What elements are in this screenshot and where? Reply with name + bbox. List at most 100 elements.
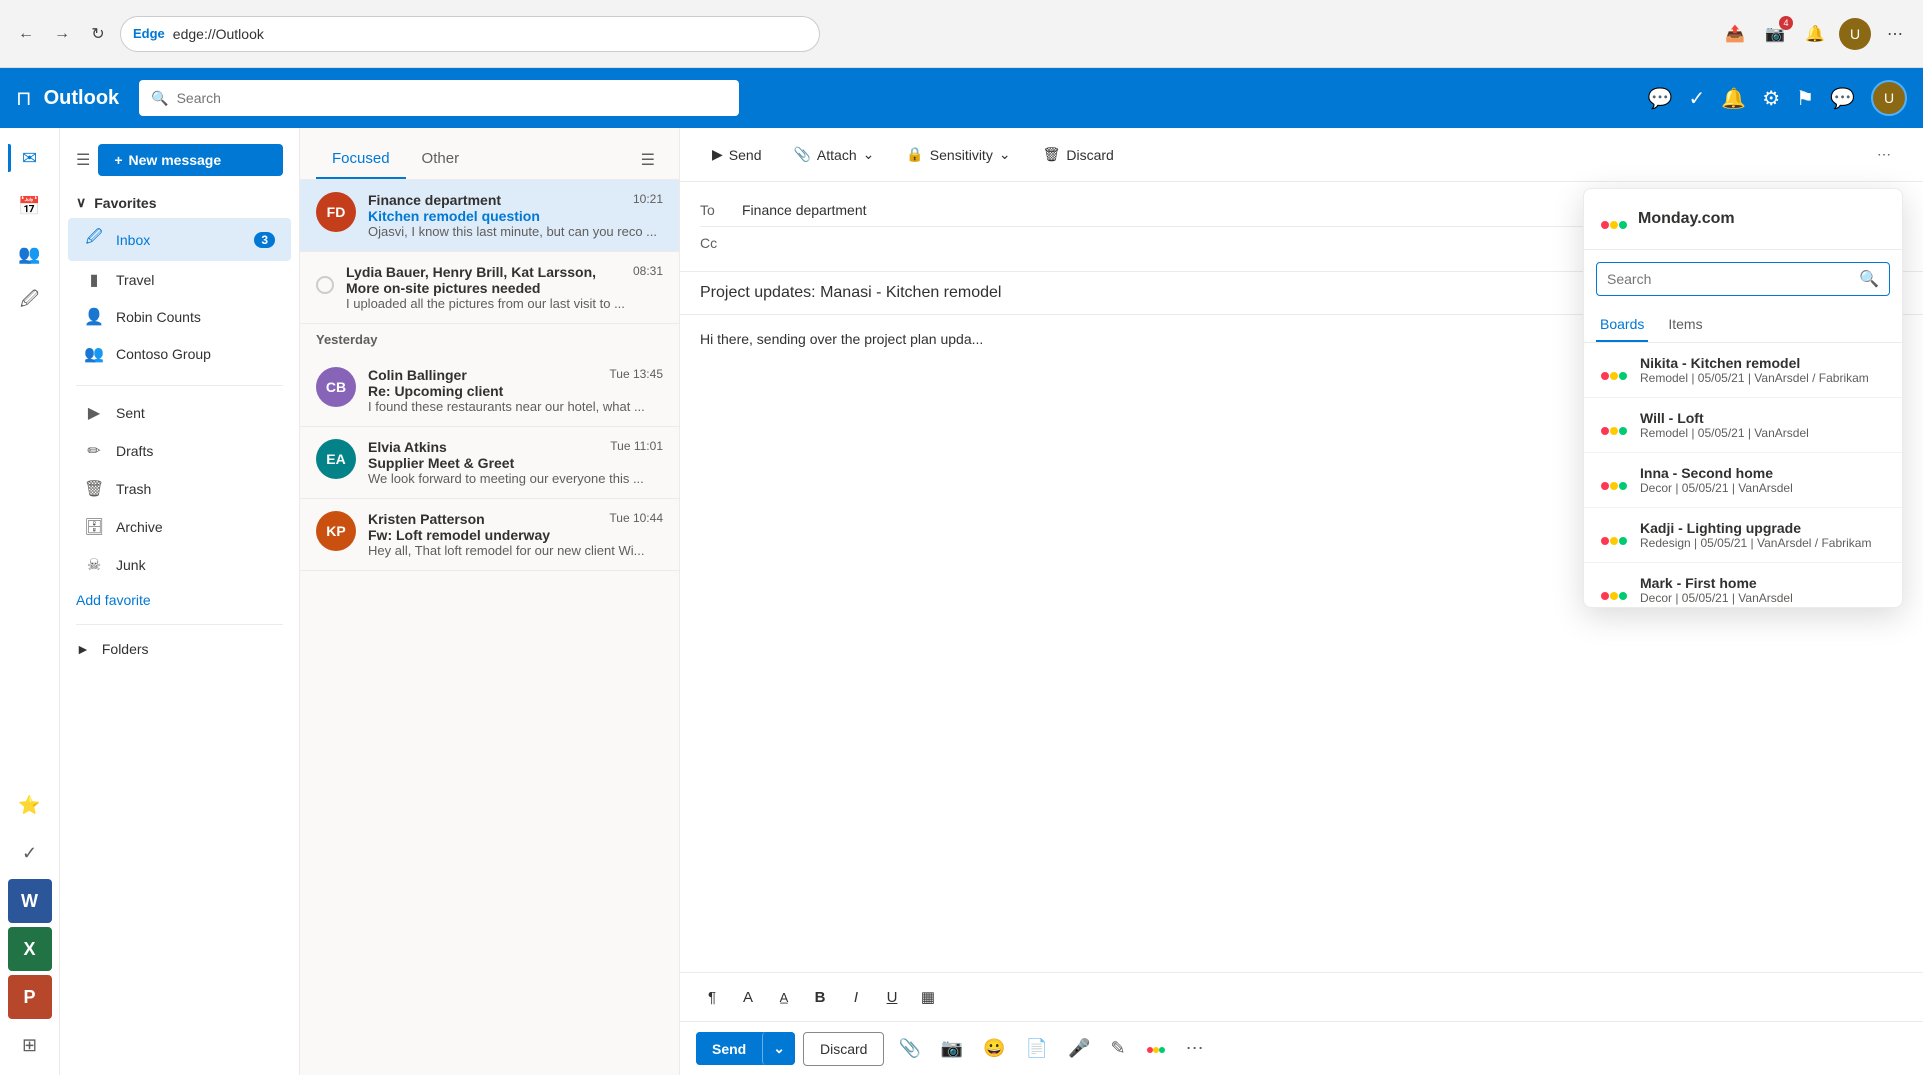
email-item-kristen[interactable]: KP Kristen Patterson Tue 10:44 Fw: Loft … bbox=[300, 499, 679, 571]
sidebar-item-excel[interactable]: X bbox=[8, 927, 52, 971]
favorites-header[interactable]: ∨ Favorites bbox=[60, 188, 299, 217]
emoji-icon-btn[interactable]: 😀 bbox=[977, 1032, 1011, 1065]
nav-item-archive[interactable]: 🗄 Archive bbox=[68, 509, 291, 545]
feedback-icon[interactable]: 💬 bbox=[1830, 86, 1855, 111]
sidebar-item-starred[interactable]: ⭐ bbox=[8, 783, 52, 827]
bell-icon[interactable]: 🔔 bbox=[1721, 86, 1746, 111]
address-bar[interactable]: Edge edge://Outlook bbox=[120, 16, 820, 52]
email-subject-lydia: More on-site pictures needed bbox=[346, 280, 663, 296]
monday-search-input[interactable] bbox=[1607, 271, 1851, 287]
inbox-icon: 🖉 bbox=[84, 226, 104, 253]
nav-item-folders[interactable]: ► Folders bbox=[60, 633, 299, 665]
nav-divider-2 bbox=[76, 624, 283, 625]
help-icon[interactable]: 💬 bbox=[1648, 86, 1673, 111]
paperclip-icon: 📎 bbox=[793, 146, 810, 163]
share-button[interactable]: 📤 bbox=[1719, 18, 1751, 50]
sidebar-item-apps[interactable]: ⊞ bbox=[8, 1023, 52, 1067]
send-toolbar-button[interactable]: ▶ Send bbox=[700, 140, 773, 169]
discard-button[interactable]: Discard bbox=[803, 1032, 884, 1066]
italic-btn[interactable]: I bbox=[840, 981, 872, 1013]
email-radio-lydia[interactable] bbox=[316, 276, 334, 294]
sidebar-item-powerpoint[interactable]: P bbox=[8, 975, 52, 1019]
loop-icon-btn[interactable]: 📄 bbox=[1020, 1032, 1054, 1065]
back-button[interactable]: ← bbox=[12, 20, 40, 48]
email-meta-colin: Colin Ballinger Tue 13:45 bbox=[368, 367, 663, 383]
paragraph-format-btn[interactable]: ¶ bbox=[696, 981, 728, 1013]
other-tab[interactable]: Other bbox=[406, 140, 476, 179]
flag-icon[interactable]: ⚑ bbox=[1796, 86, 1814, 111]
nav-item-robin[interactable]: 👤 Robin Counts bbox=[68, 299, 291, 335]
email-meta-finance: Finance department 10:21 bbox=[368, 192, 663, 208]
font-color-btn[interactable]: A̲ bbox=[768, 981, 800, 1013]
attachment-icon-btn[interactable]: 📎 bbox=[892, 1032, 926, 1065]
new-message-button[interactable]: + New message bbox=[98, 144, 283, 176]
monday-tab-items[interactable]: Items bbox=[1664, 308, 1706, 342]
email-preview-lydia: I uploaded all the pictures from our las… bbox=[346, 296, 663, 311]
email-item-colin[interactable]: CB Colin Ballinger Tue 13:45 Re: Upcomin… bbox=[300, 355, 679, 427]
sidebar-item-mail[interactable]: ✉ bbox=[8, 136, 52, 180]
sidebar-item-todo[interactable]: ✓ bbox=[8, 831, 52, 875]
add-favorite-button[interactable]: Add favorite bbox=[60, 584, 299, 616]
monday-item-4[interactable]: Mark - First home Decor | 05/05/21 | Van… bbox=[1584, 563, 1902, 607]
monday-item-subtitle-1: Remodel | 05/05/21 | VanArsdel bbox=[1640, 426, 1886, 440]
word-icon: W bbox=[21, 891, 38, 912]
monday-item-0[interactable]: Nikita - Kitchen remodel Remodel | 05/05… bbox=[1584, 343, 1902, 398]
nav-item-trash[interactable]: 🗑 Trash bbox=[68, 471, 291, 507]
search-input[interactable] bbox=[177, 90, 728, 106]
nav-item-contoso[interactable]: 👥 Contoso Group bbox=[68, 336, 291, 372]
sidebar-item-word[interactable]: W bbox=[8, 879, 52, 923]
monday-item-subtitle-0: Remodel | 05/05/21 | VanArsdel / Fabrika… bbox=[1640, 371, 1886, 385]
more-button[interactable]: ⋯ bbox=[1879, 18, 1911, 50]
search-icon: 🔍 bbox=[151, 90, 168, 107]
monday-item-title-3: Kadji - Lighting upgrade bbox=[1640, 520, 1886, 536]
monday-tab-boards[interactable]: Boards bbox=[1596, 308, 1648, 342]
nav-item-sent[interactable]: ▶ Sent bbox=[68, 395, 291, 431]
email-item-elvia[interactable]: EA Elvia Atkins Tue 11:01 Supplier Meet … bbox=[300, 427, 679, 499]
font-size-btn[interactable]: A bbox=[732, 981, 764, 1013]
forward-button[interactable]: → bbox=[48, 20, 76, 48]
send-dropdown-button[interactable]: ⌄ bbox=[762, 1032, 795, 1065]
nav-item-drafts[interactable]: ✏ Drafts bbox=[68, 433, 291, 469]
bold-btn[interactable]: B bbox=[804, 981, 836, 1013]
browser-profile-icon[interactable]: U bbox=[1839, 18, 1871, 50]
waffle-icon[interactable]: ⊓ bbox=[16, 86, 32, 111]
discard-toolbar-button[interactable]: 🗑 Discard bbox=[1031, 140, 1126, 169]
sidebar-item-calendar[interactable]: 📅 bbox=[8, 184, 52, 228]
nav-item-inbox[interactable]: 🖉 Inbox 3 bbox=[68, 218, 291, 261]
underline-btn[interactable]: U bbox=[876, 981, 908, 1013]
focused-tab[interactable]: Focused bbox=[316, 140, 406, 179]
monday-item-2[interactable]: Inna - Second home Decor | 05/05/21 | Va… bbox=[1584, 453, 1902, 508]
sidebar-item-people[interactable]: 👥 bbox=[8, 232, 52, 276]
nav-item-junk[interactable]: ☠ Junk bbox=[68, 547, 291, 583]
signature-icon-btn[interactable]: ✎ bbox=[1105, 1032, 1132, 1065]
profile-avatar[interactable]: U bbox=[1871, 80, 1907, 116]
mic-icon-btn[interactable]: 🎤 bbox=[1062, 1032, 1096, 1065]
monday-search-bar[interactable]: 🔍 bbox=[1596, 262, 1890, 296]
check-icon[interactable]: ✓ bbox=[1689, 86, 1706, 111]
image-icon-btn[interactable]: 📷 bbox=[935, 1032, 969, 1065]
refresh-button[interactable]: ↻ bbox=[84, 20, 112, 48]
monday-logo-svg bbox=[1600, 205, 1628, 233]
hamburger-button[interactable]: ☰ bbox=[76, 150, 90, 170]
chevron-down-icon: ∨ bbox=[76, 194, 86, 211]
search-bar[interactable]: 🔍 bbox=[139, 80, 739, 116]
email-item-finance[interactable]: FD Finance department 10:21 Kitchen remo… bbox=[300, 180, 679, 252]
monday-bottom-icon-btn[interactable] bbox=[1140, 1030, 1172, 1067]
nav-panel: ☰ + New message ∨ Favorites 🖉 Inbox 3 ▮ bbox=[60, 128, 300, 1075]
send-main-button[interactable]: Send bbox=[696, 1032, 762, 1065]
settings-icon[interactable]: ⚙ bbox=[1762, 86, 1780, 111]
filter-icon[interactable]: ☰ bbox=[633, 142, 663, 178]
sidebar-item-tasks[interactable]: 🖉 bbox=[8, 280, 52, 324]
email-item-lydia[interactable]: Lydia Bauer, Henry Brill, Kat Larsson, 0… bbox=[300, 252, 679, 324]
notification-button[interactable]: 📷 4 bbox=[1759, 18, 1791, 50]
sensitivity-chevron-icon: ⌄ bbox=[999, 146, 1011, 163]
monday-item-1[interactable]: Will - Loft Remodel | 05/05/21 | VanArsd… bbox=[1584, 398, 1902, 453]
attach-button[interactable]: 📎 Attach ⌄ bbox=[781, 140, 886, 169]
more-options-button[interactable]: ⋯ bbox=[1865, 140, 1903, 169]
nav-item-travel[interactable]: ▮ Travel bbox=[68, 262, 291, 298]
sensitivity-button[interactable]: 🔒 Sensitivity ⌄ bbox=[894, 140, 1022, 169]
more-bottom-btn[interactable]: ⋯ bbox=[1180, 1032, 1210, 1065]
monday-item-3[interactable]: Kadji - Lighting upgrade Redesign | 05/0… bbox=[1584, 508, 1902, 563]
table-btn[interactable]: ▦ bbox=[912, 981, 944, 1013]
bell-button[interactable]: 🔔 bbox=[1799, 18, 1831, 50]
